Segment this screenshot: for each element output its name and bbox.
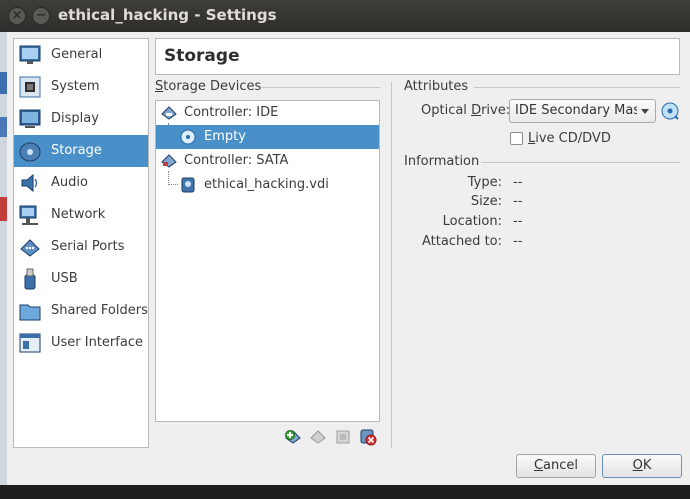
sidebar-item-label: Network — [51, 207, 106, 222]
sidebar-item-serial-ports[interactable]: Serial Ports — [14, 231, 148, 263]
info-key-size: Size: — [470, 194, 502, 209]
sidebar-item-label: User Interface — [51, 335, 143, 350]
settings-category-list[interactable]: General System Display Storage Audio Net… — [13, 38, 149, 448]
sidebar-item-display[interactable]: Display — [14, 103, 148, 135]
info-value-type: -- — [513, 175, 523, 190]
add-controller-icon[interactable] — [284, 428, 302, 446]
sidebar-item-storage[interactable]: Storage — [14, 135, 148, 167]
sidebar-item-general[interactable]: General — [14, 39, 148, 71]
storage-icon — [19, 142, 41, 162]
sidebar-item-usb[interactable]: USB — [14, 263, 148, 295]
sidebar-item-audio[interactable]: Audio — [14, 167, 148, 199]
optical-drive-value: IDE Secondary Mast — [515, 103, 637, 118]
controller-icon — [161, 106, 177, 120]
cancel-button[interactable]: Cancel — [516, 454, 596, 478]
info-value-attached-to: -- — [513, 234, 523, 249]
network-icon — [19, 205, 38, 225]
tree-item-label: Controller: SATA — [184, 153, 289, 168]
sidebar-item-label: Storage — [51, 143, 102, 158]
info-value-location: -- — [513, 214, 523, 229]
chevron-down-icon — [641, 109, 649, 114]
remove-controller-icon[interactable] — [359, 428, 377, 446]
sidebar-item-user-interface[interactable]: User Interface — [14, 327, 148, 359]
shared-folders-icon — [19, 304, 41, 321]
sidebar-item-label: Display — [51, 111, 99, 126]
hard-disk-icon — [181, 177, 195, 193]
sidebar-item-shared-folders[interactable]: Shared Folders — [14, 295, 148, 327]
storage-tree[interactable]: Controller: IDE Empty Controller: SATA e… — [155, 100, 380, 422]
tree-item-controller-sata[interactable]: Controller: SATA — [156, 149, 379, 173]
sidebar-item-network[interactable]: Network — [14, 199, 148, 231]
user-interface-icon — [19, 333, 41, 353]
controller-icon — [161, 154, 177, 168]
minimize-icon[interactable]: − — [32, 7, 50, 25]
tree-item-disk[interactable]: ethical_hacking.vdi — [156, 173, 379, 197]
attributes-label: Attributes — [404, 79, 469, 94]
sidebar-item-label: System — [51, 79, 100, 94]
tree-item-label: Empty — [204, 129, 246, 144]
taskbar-strip — [0, 485, 690, 499]
window-title: ethical_hacking - Settings — [58, 6, 277, 24]
info-key-location: Location: — [442, 214, 502, 229]
info-key-attached-to: Attached to: — [421, 234, 502, 249]
optical-drive-select[interactable]: IDE Secondary Mast — [509, 99, 656, 123]
add-attachment-icon[interactable] — [309, 428, 327, 446]
remove-attachment-icon[interactable] — [334, 428, 352, 446]
sidebar-item-label: General — [51, 47, 103, 62]
info-key-type: Type: — [467, 175, 502, 190]
display-icon — [19, 109, 41, 128]
serial-ports-icon — [20, 239, 40, 257]
optical-disc-icon — [180, 129, 196, 145]
tree-item-label: ethical_hacking.vdi — [204, 177, 329, 192]
information-label: Information — [404, 154, 480, 169]
title-bar[interactable]: × − ethical_hacking - Settings — [0, 0, 690, 32]
audio-icon — [21, 173, 38, 193]
tree-item-controller-ide[interactable]: Controller: IDE — [156, 101, 379, 125]
storage-devices-label: Storage Devices — [155, 79, 262, 94]
usb-icon — [24, 268, 36, 290]
live-cd-label[interactable]: Live CD/DVD — [528, 131, 611, 146]
page-header: Storage — [155, 38, 680, 75]
choose-disk-icon[interactable] — [661, 102, 680, 121]
info-value-size: -- — [513, 194, 523, 209]
background-desktop-strip — [0, 32, 7, 499]
settings-window: × − ethical_hacking - Settings General S… — [0, 0, 690, 499]
page-title: Storage — [164, 46, 240, 66]
live-cd-checkbox[interactable] — [510, 132, 523, 145]
close-icon[interactable]: × — [8, 7, 26, 25]
sidebar-item-label: Serial Ports — [51, 239, 125, 254]
tree-item-empty-optical[interactable]: Empty — [156, 125, 379, 149]
optical-drive-label: Optical Drive: — [421, 103, 511, 118]
sidebar-item-system[interactable]: System — [14, 71, 148, 103]
general-icon — [19, 45, 41, 64]
sidebar-item-label: Shared Folders — [51, 303, 148, 318]
sidebar-item-label: Audio — [51, 175, 88, 190]
sidebar-item-label: USB — [51, 271, 78, 286]
system-icon — [19, 76, 41, 98]
tree-item-label: Controller: IDE — [184, 105, 279, 120]
ok-button[interactable]: OK — [602, 454, 682, 478]
